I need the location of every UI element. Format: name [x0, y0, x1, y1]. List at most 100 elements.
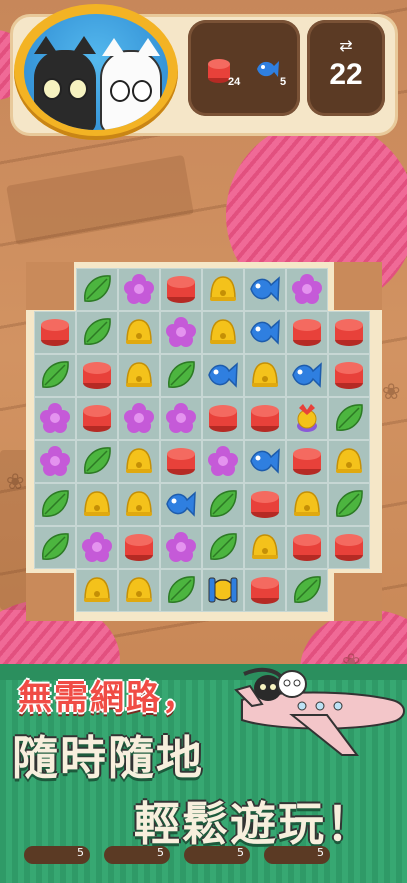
board-cell[interactable]	[286, 440, 328, 483]
board-cell[interactable]	[328, 526, 370, 569]
board-cell[interactable]	[244, 311, 286, 354]
board-cell[interactable]	[118, 311, 160, 354]
board-cell[interactable]	[160, 397, 202, 440]
green-leaf-icon	[336, 404, 363, 431]
yellow-bell-icon	[210, 276, 236, 301]
slogan-line-2: 隨時隨地	[12, 731, 204, 785]
board-cell[interactable]	[118, 354, 160, 397]
cat-portrait[interactable]	[14, 4, 178, 140]
board-cell[interactable]	[244, 268, 286, 311]
board-cell[interactable]	[160, 354, 202, 397]
booster-slot-4[interactable]: 5	[264, 846, 330, 864]
board-cell[interactable]	[244, 440, 286, 483]
board-cell[interactable]	[202, 440, 244, 483]
red-cylinder-icon	[293, 319, 321, 346]
board-cell[interactable]	[202, 268, 244, 311]
board-cell[interactable]	[118, 440, 160, 483]
moves-remaining: 22	[329, 58, 363, 91]
yellow-bell-icon	[126, 448, 152, 473]
board-cell[interactable]	[286, 311, 328, 354]
board-cell[interactable]	[328, 397, 370, 440]
purple-flower-icon	[208, 446, 238, 476]
booster-slot-2[interactable]: 5	[104, 846, 170, 864]
board-cell[interactable]	[328, 354, 370, 397]
board-cell[interactable]	[76, 311, 118, 354]
yellow-bell-icon	[336, 448, 362, 473]
green-leaf-icon	[42, 533, 69, 560]
board-cell[interactable]	[34, 483, 76, 526]
paw-print-icon: ❀	[6, 470, 25, 495]
board-cell[interactable]	[76, 397, 118, 440]
board-cell[interactable]	[202, 483, 244, 526]
board-cell[interactable]	[160, 569, 202, 612]
blue-fish-icon	[250, 319, 280, 345]
board-cell[interactable]	[244, 483, 286, 526]
blue-fish-icon	[250, 448, 280, 474]
board-cell[interactable]	[202, 397, 244, 440]
board-cell[interactable]	[118, 569, 160, 612]
board-cell[interactable]	[328, 311, 370, 354]
slogan-line-3: 輕鬆遊玩！	[134, 797, 374, 851]
board-cell[interactable]	[34, 526, 76, 569]
board-cell[interactable]	[286, 483, 328, 526]
goal-count-fish: 5	[280, 76, 287, 88]
red-cylinder-icon	[251, 405, 279, 432]
board-cell[interactable]	[34, 397, 76, 440]
board-cell[interactable]	[160, 311, 202, 354]
board-cell[interactable]	[76, 440, 118, 483]
board-cell[interactable]	[202, 311, 244, 354]
blue-fish-icon	[292, 362, 322, 388]
green-leaf-icon	[294, 576, 321, 603]
board-cell[interactable]	[160, 268, 202, 311]
yellow-bell-icon	[210, 319, 236, 344]
board-cell[interactable]	[286, 569, 328, 612]
board-cell[interactable]	[118, 526, 160, 569]
red-cylinder-icon	[41, 319, 69, 346]
board-cell[interactable]	[76, 483, 118, 526]
moves-counter: ⇄ 22	[307, 20, 385, 116]
board-cell[interactable]	[202, 526, 244, 569]
board-cell[interactable]	[286, 354, 328, 397]
red-cylinder-icon	[251, 577, 279, 604]
board-cell[interactable]	[76, 268, 118, 311]
board-cell[interactable]	[244, 569, 286, 612]
slogan-line-1: 無需網路，	[18, 678, 198, 718]
board-cell[interactable]	[328, 440, 370, 483]
yellow-bell-icon	[126, 319, 152, 344]
board-cell[interactable]	[160, 526, 202, 569]
green-leaf-icon	[336, 490, 363, 517]
green-leaf-icon	[84, 275, 111, 302]
board-cell[interactable]	[244, 397, 286, 440]
green-leaf-icon	[210, 490, 237, 517]
green-leaf-icon	[42, 361, 69, 388]
booster-slot-3[interactable]: 5	[184, 846, 250, 864]
board-cell[interactable]	[76, 354, 118, 397]
board-cell[interactable]	[202, 354, 244, 397]
board-cell[interactable]	[76, 569, 118, 612]
green-leaf-icon	[84, 318, 111, 345]
purple-flower-icon	[166, 317, 196, 347]
board-cell[interactable]	[160, 483, 202, 526]
red-cylinder-icon	[167, 276, 195, 303]
board-cell[interactable]	[202, 569, 244, 612]
booster-slot-1[interactable]: 5	[24, 846, 90, 864]
purple-flower-icon	[40, 446, 70, 476]
board-cell[interactable]	[160, 440, 202, 483]
purple-flower-icon	[166, 403, 196, 433]
board-cell[interactable]	[244, 354, 286, 397]
board-cell[interactable]	[286, 397, 328, 440]
board-cell[interactable]	[76, 526, 118, 569]
airplane-with-cats-illustration	[234, 667, 405, 756]
board-cell[interactable]	[244, 526, 286, 569]
board-cell[interactable]	[34, 354, 76, 397]
board-cell[interactable]	[118, 268, 160, 311]
board-cell[interactable]	[118, 397, 160, 440]
striped-rocket-icon	[208, 577, 238, 603]
goal-count-cylinder: 24	[228, 76, 241, 88]
board-cell[interactable]	[34, 440, 76, 483]
board-cell[interactable]	[286, 526, 328, 569]
board-cell[interactable]	[328, 483, 370, 526]
board-cell[interactable]	[34, 311, 76, 354]
board-cell[interactable]	[286, 268, 328, 311]
board-cell[interactable]	[118, 483, 160, 526]
